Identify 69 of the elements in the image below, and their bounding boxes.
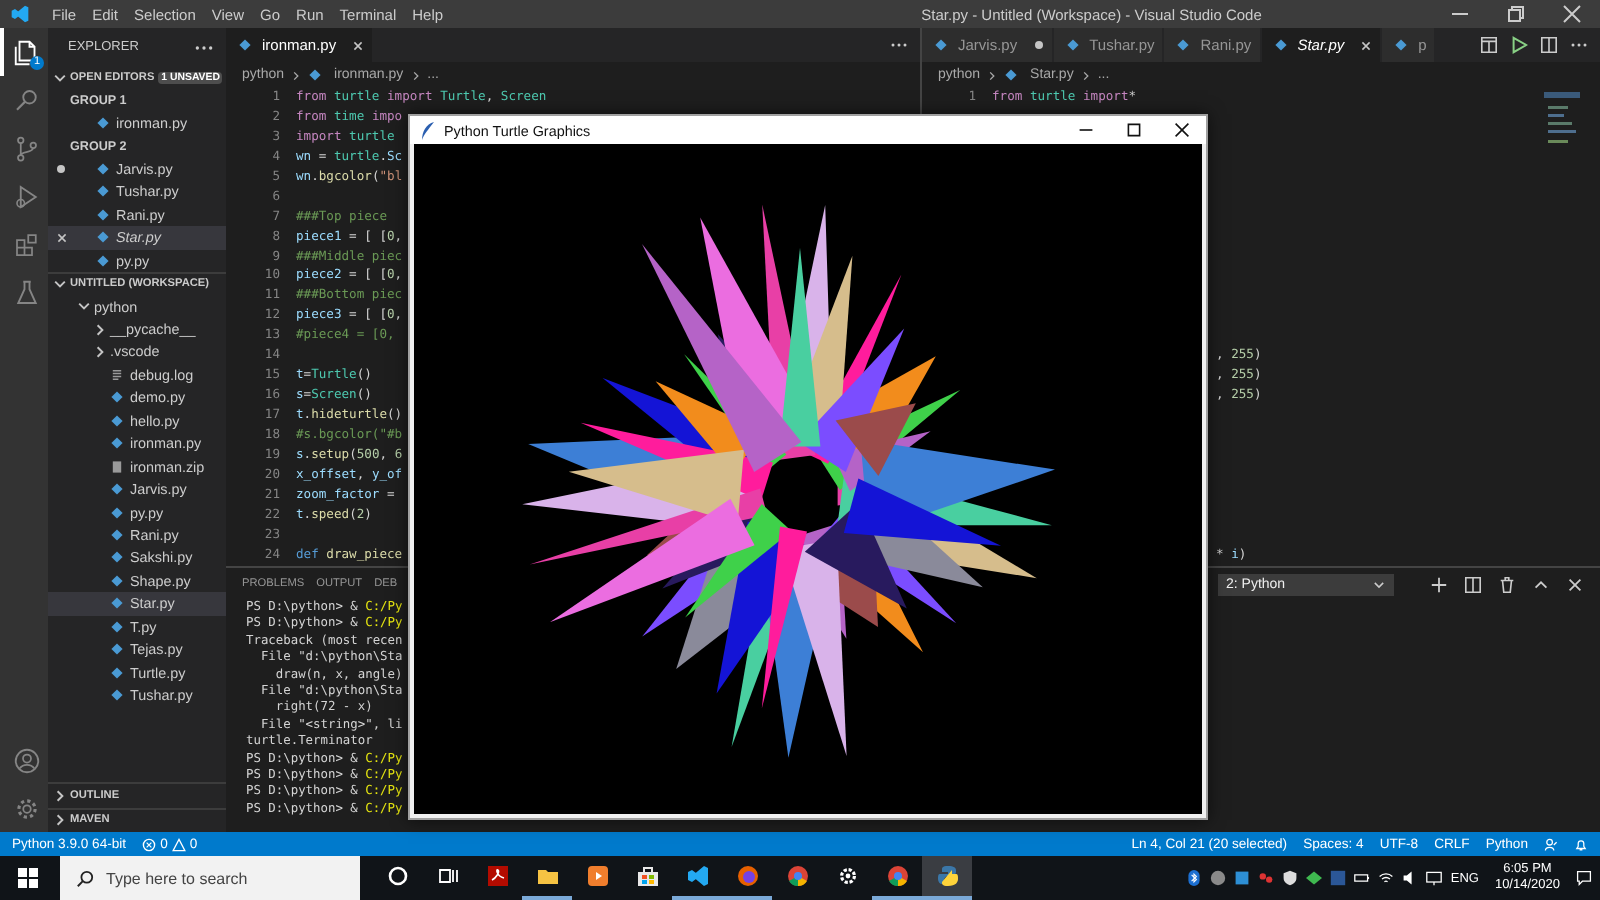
file-icon — [1176, 38, 1191, 52]
zip-file-icon — [110, 459, 124, 474]
maximize-icon[interactable] — [1126, 122, 1142, 138]
document-app-icon[interactable] — [1330, 870, 1347, 886]
account-icon — [11, 745, 41, 775]
files-icon — [11, 37, 41, 67]
file-lines-icon — [110, 367, 124, 382]
search-icon — [76, 869, 94, 887]
battery-icon[interactable] — [1354, 870, 1371, 886]
file-icon — [1273, 38, 1288, 52]
more-icon[interactable] — [194, 43, 214, 51]
chevron-icon — [986, 69, 999, 81]
shield-icon[interactable] — [1282, 870, 1299, 886]
wifi-icon[interactable] — [1378, 870, 1395, 886]
notification-icon[interactable] — [1576, 870, 1592, 886]
chevron-icon — [52, 69, 68, 86]
run-icon[interactable] — [1510, 36, 1528, 54]
search-icon — [11, 85, 41, 115]
code-editor-icon — [685, 864, 709, 888]
file-icon — [238, 38, 252, 52]
split-terminal-icon[interactable] — [1464, 575, 1482, 593]
plus-icon[interactable] — [1430, 575, 1448, 593]
preview-icon[interactable] — [1480, 36, 1498, 54]
file-icon — [1004, 68, 1019, 82]
chevron-icon — [1372, 577, 1386, 591]
branch-icon — [11, 133, 41, 163]
chevron-icon — [1079, 69, 1092, 81]
media-player-icon — [585, 864, 609, 888]
tray-app-icon[interactable] — [1306, 870, 1323, 886]
split-editor-icon[interactable] — [1540, 36, 1558, 54]
taskbar-app[interactable] — [922, 856, 972, 900]
extensions-icon — [11, 229, 41, 259]
circle-icon — [385, 864, 409, 888]
file-icon — [934, 38, 948, 52]
trash-icon[interactable] — [1498, 575, 1516, 593]
task-view-icon — [435, 864, 459, 888]
windows-logo-icon — [18, 868, 38, 888]
feather-icon — [420, 121, 436, 139]
folder-icon — [535, 864, 559, 888]
browser-icon — [785, 864, 809, 888]
python-app-icon — [935, 864, 959, 888]
chevron-icon — [409, 69, 422, 81]
app-logo-icon — [10, 4, 30, 24]
browser-icon — [885, 864, 909, 888]
modified-dot-icon — [1033, 40, 1044, 50]
chevron-icon — [290, 69, 303, 81]
bell-icon[interactable] — [1574, 837, 1588, 851]
error-icon — [142, 837, 157, 851]
search-field[interactable]: Type here to search — [60, 856, 360, 900]
modified-dot-icon — [56, 163, 66, 174]
file-icon — [1394, 38, 1409, 52]
browser-icon — [735, 864, 759, 888]
run-debug-icon — [11, 181, 41, 211]
restore-icon[interactable] — [1506, 4, 1526, 24]
gear-icon — [835, 864, 859, 888]
close-icon[interactable] — [1174, 122, 1190, 138]
bluetooth-icon[interactable] — [1186, 870, 1203, 886]
file-icon — [308, 68, 323, 82]
pdf-app-icon — [485, 864, 509, 888]
flask-icon — [11, 277, 41, 307]
warning-icon — [171, 837, 186, 851]
file-icon — [1065, 38, 1080, 52]
feedback-icon[interactable] — [1544, 837, 1558, 851]
minimap-drawing[interactable] — [1544, 92, 1580, 148]
file-icon — [96, 116, 110, 131]
shopping-bag-icon — [635, 864, 659, 888]
network-icon[interactable] — [1426, 870, 1443, 886]
settings-icon — [11, 793, 41, 823]
tray-app-icon[interactable] — [1258, 870, 1275, 886]
